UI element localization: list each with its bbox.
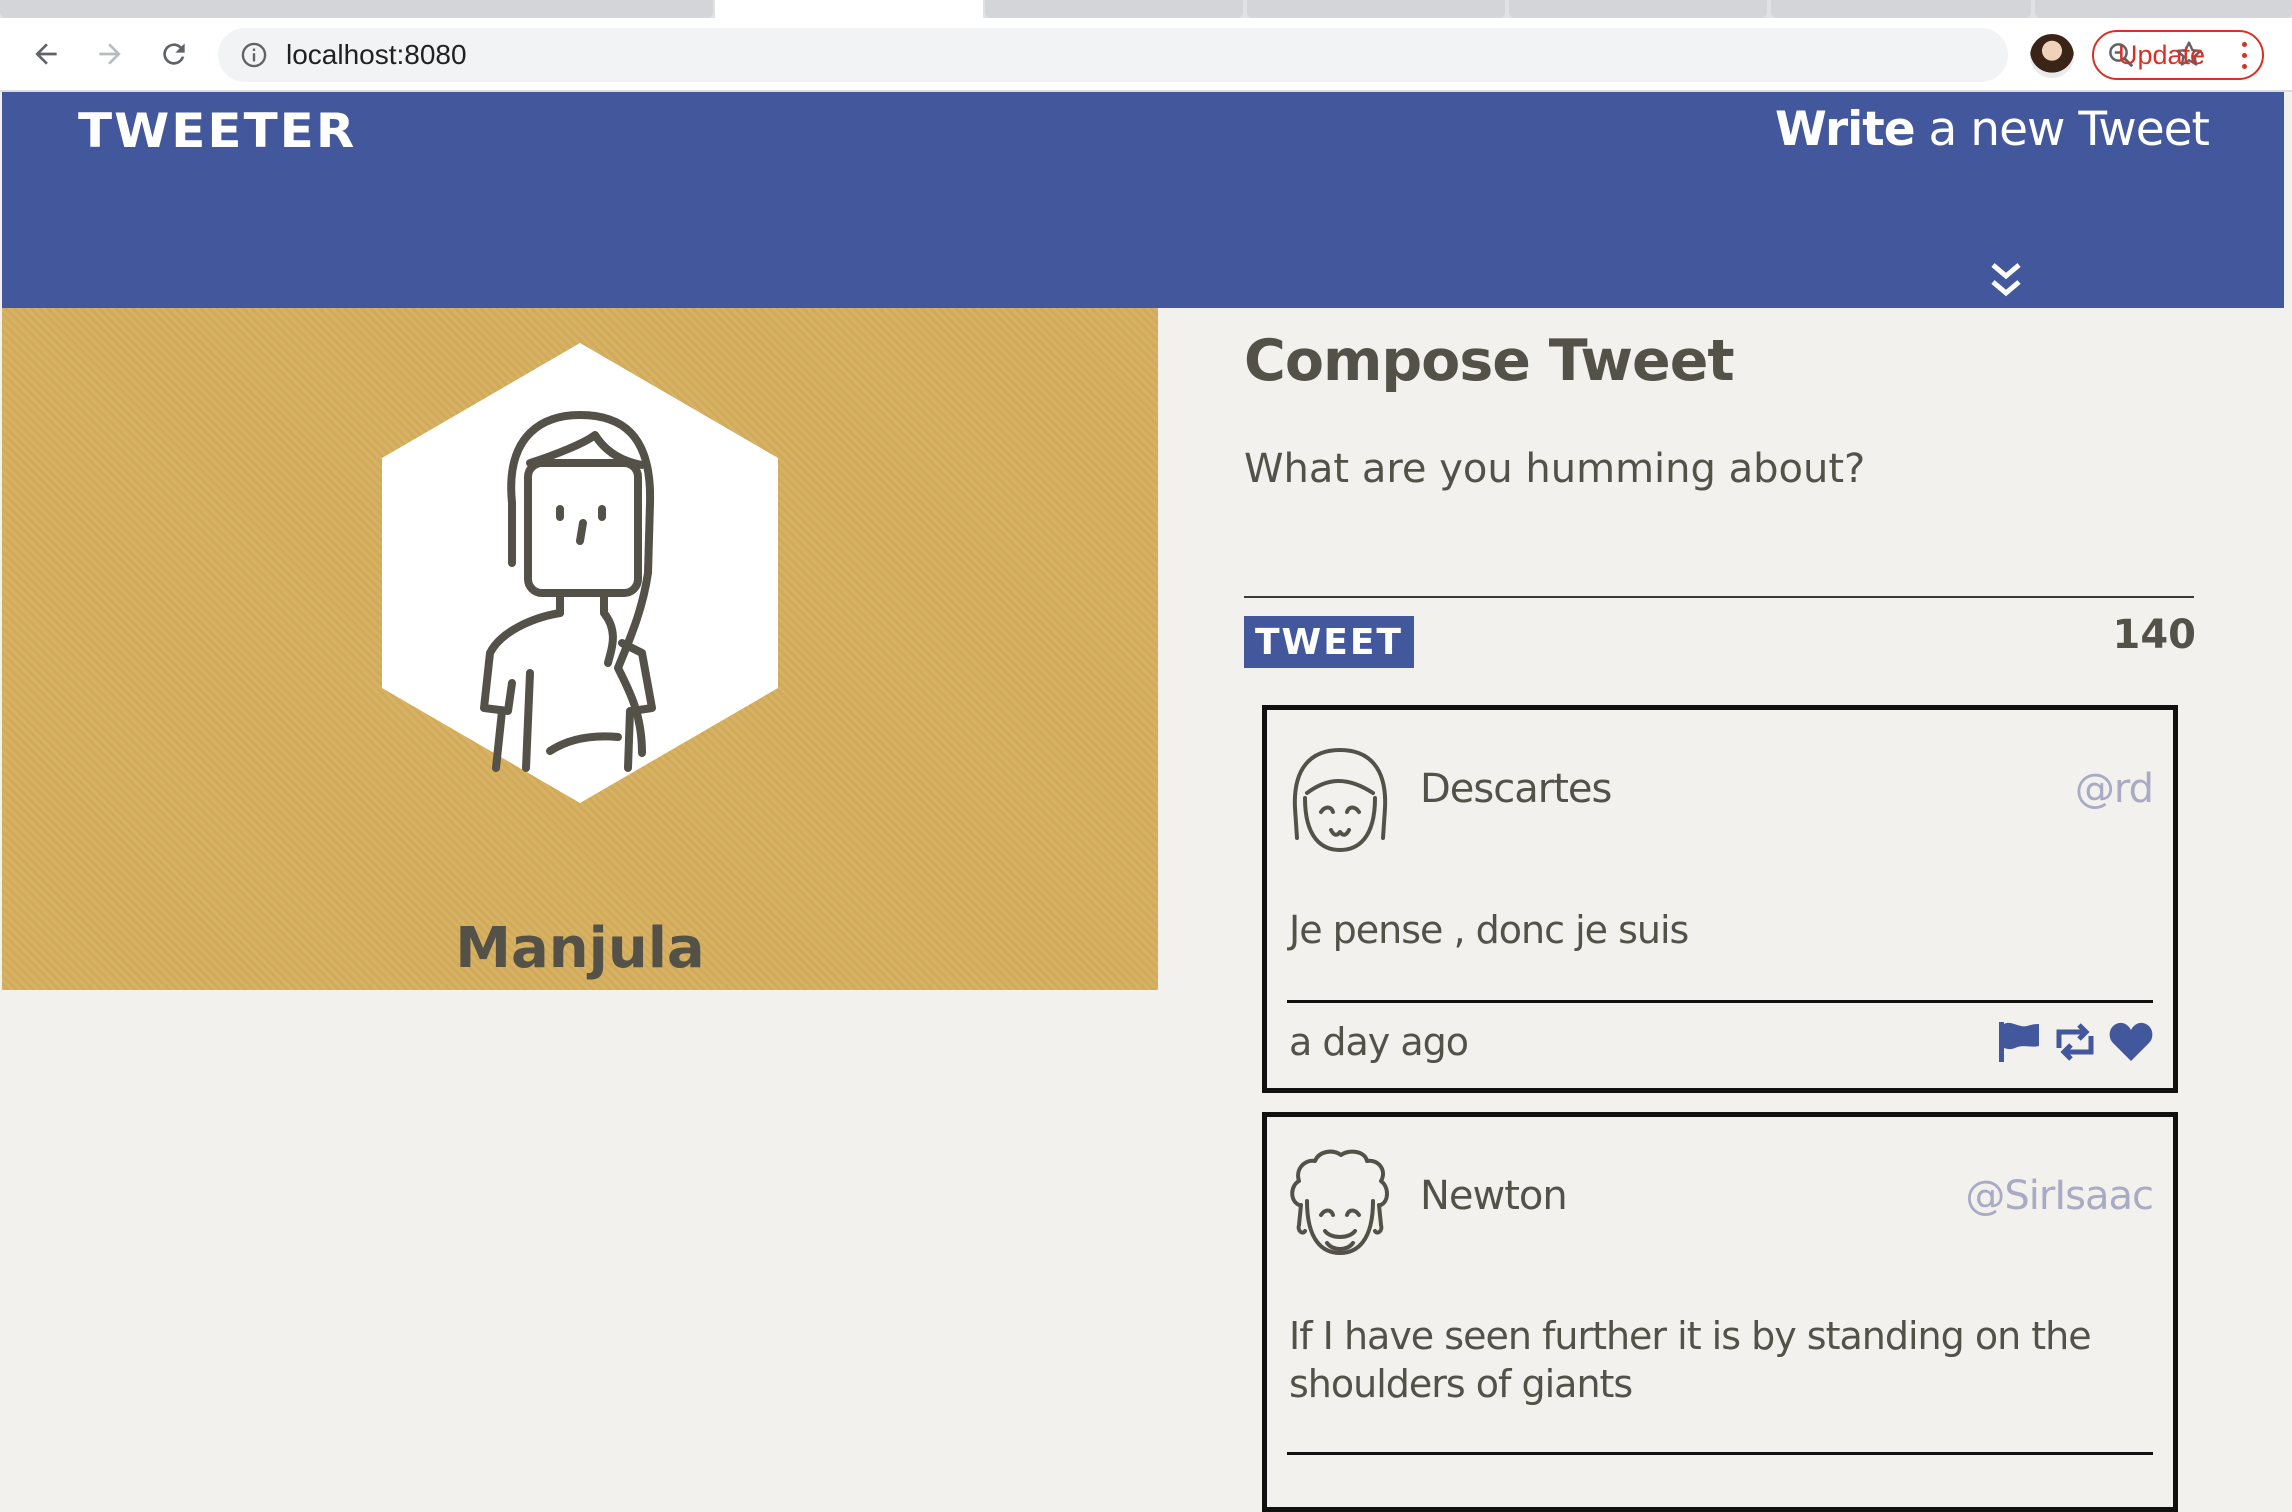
- update-button[interactable]: Update: [2092, 30, 2264, 80]
- retweet-icon[interactable]: [2051, 1018, 2099, 1066]
- tweet-card: Newton @SirIsaac If I have seen further …: [1262, 1112, 2178, 1512]
- reload-icon: [163, 43, 185, 65]
- tweet-avatar: [1290, 1149, 1389, 1255]
- tweet-author-handle: @rd: [2074, 766, 2154, 812]
- flag-icon[interactable]: [1995, 1018, 2043, 1066]
- tweet-content: If I have seen further it is by standing…: [1289, 1314, 2092, 1406]
- tweet-timestamp: a day ago: [1289, 1020, 1469, 1064]
- browser-tab-strip: [0, 0, 2292, 18]
- tweet-card: Descartes @rd Je pense , donc je suis a …: [1262, 705, 2178, 1093]
- tweet-author-name: Descartes: [1420, 766, 1612, 812]
- browser-tab[interactable]: [985, 0, 1243, 18]
- tweet-actions: [1995, 1018, 2155, 1066]
- tweet-submit-button[interactable]: TWEET: [1244, 616, 1414, 668]
- update-label: Update: [2118, 39, 2206, 70]
- address-bar[interactable]: localhost:8080: [218, 28, 2202, 82]
- browser-tab[interactable]: [2035, 0, 2292, 18]
- profile-avatar[interactable]: [2030, 34, 2074, 78]
- tweet-author-handle: @SirIsaac: [1965, 1173, 2154, 1219]
- write-rest-label: a new Tweet: [1914, 102, 2210, 157]
- write-tweet-toggle[interactable]: Write a new Tweet: [1774, 102, 2210, 157]
- character-counter: 140: [2112, 612, 2197, 658]
- brand-logo[interactable]: TWEETER: [78, 103, 356, 158]
- reload-button[interactable]: [152, 32, 196, 76]
- profile-name: Manjula: [455, 916, 705, 981]
- browser-tab-active[interactable]: [715, 0, 983, 18]
- info-icon[interactable]: [240, 41, 268, 69]
- back-arrow-icon: [35, 43, 57, 65]
- write-bold-label: Write: [1774, 102, 1916, 157]
- browser-tab[interactable]: [1247, 0, 1505, 18]
- heart-icon[interactable]: [2107, 1018, 2155, 1066]
- forward-arrow-icon: [99, 43, 121, 65]
- profile-avatar-hexagon: [382, 343, 778, 803]
- back-button[interactable]: [24, 32, 68, 76]
- chevron-down-double-icon[interactable]: [1990, 262, 2022, 300]
- more-menu-icon: [2242, 38, 2248, 72]
- tweet-content: Je pense , donc je suis: [1289, 908, 1689, 952]
- compose-title: Compose Tweet: [1244, 328, 1735, 394]
- tweet-author-name: Newton: [1420, 1173, 1568, 1219]
- browser-tab[interactable]: [1771, 0, 2031, 18]
- browser-tab[interactable]: [1509, 0, 1767, 18]
- browser-tab[interactable]: [0, 0, 713, 18]
- url-text[interactable]: localhost:8080: [286, 28, 467, 82]
- tweet-divider: [1287, 1452, 2153, 1455]
- compose-tweet-input[interactable]: [1244, 446, 2194, 598]
- tweet-avatar: [1292, 748, 1388, 852]
- profile-banner: Manjula: [2, 308, 1158, 990]
- tweet-divider: [1287, 1000, 2153, 1003]
- browser-toolbar: localhost:8080 Update: [0, 18, 2292, 92]
- forward-button[interactable]: [88, 32, 132, 76]
